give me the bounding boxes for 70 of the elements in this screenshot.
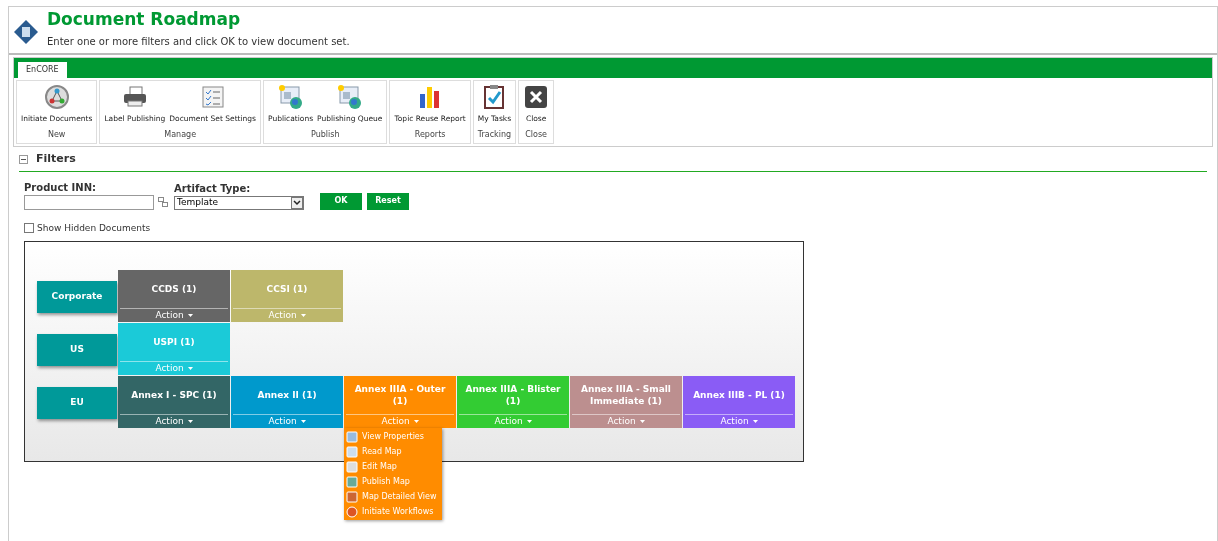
ribbon-group-label: Reports xyxy=(414,129,446,141)
region-label: EU xyxy=(37,386,117,419)
menu-item-icon xyxy=(346,445,358,458)
tile-title: Annex IIIA - Blister (1) xyxy=(464,383,562,408)
filter-button[interactable]: OK xyxy=(320,192,362,210)
caret-icon xyxy=(752,420,758,423)
tile-title: CCDS (1) xyxy=(150,283,198,296)
region-label: Corporate xyxy=(37,280,117,313)
field-label: Artifact Type: xyxy=(174,181,252,196)
menu-item[interactable]: Read Map xyxy=(344,444,442,459)
menu-item[interactable]: Publish Map xyxy=(344,474,442,489)
action-dropdown[interactable]: Action xyxy=(233,308,341,322)
action-dropdown[interactable]: Action xyxy=(120,308,228,322)
tile-title: Annex II (1) xyxy=(256,389,318,402)
checkbox[interactable] xyxy=(24,223,34,234)
checklist-icon xyxy=(199,84,226,110)
action-dropdown[interactable]: Action xyxy=(120,414,228,428)
caret-icon xyxy=(300,420,306,423)
tile-title: Annex IIIA - Small Immediate (1) xyxy=(580,383,672,408)
caret-icon xyxy=(187,420,193,423)
ribbon-group-label: Publish xyxy=(311,129,340,141)
caret-icon xyxy=(639,420,645,423)
tile-title: USPI (1) xyxy=(152,336,196,349)
caret-icon xyxy=(413,420,419,423)
collapse-toggle[interactable] xyxy=(19,154,28,164)
action-dropdown[interactable]: Action xyxy=(459,414,567,428)
menu-item[interactable]: Initiate Workflows xyxy=(344,504,442,519)
caret-icon xyxy=(187,314,193,317)
field-label: Product INN: xyxy=(24,180,98,195)
artifact-type-select[interactable]: Template xyxy=(174,195,304,210)
network-circle-icon xyxy=(43,84,70,110)
menu-item[interactable]: Edit Map xyxy=(344,459,442,474)
menu-item-icon xyxy=(346,490,358,503)
minus-icon xyxy=(21,156,26,162)
tile-title: CCSI (1) xyxy=(265,283,309,296)
caret-icon xyxy=(526,420,532,423)
page-title: Document Roadmap xyxy=(47,8,242,31)
action-dropdown[interactable]: Action xyxy=(120,361,228,375)
lookup-icon[interactable] xyxy=(158,196,168,207)
action-dropdown[interactable]: Action xyxy=(572,414,680,428)
ribbon-group-label: Tracking xyxy=(477,129,512,141)
document-globe-icon xyxy=(336,84,363,110)
ribbon-tab[interactable]: EnCORE xyxy=(18,62,67,78)
dropdown-caret-icon xyxy=(291,196,303,209)
section-title: Filters xyxy=(36,151,76,167)
caret-icon xyxy=(187,367,193,370)
action-dropdown[interactable]: Action xyxy=(685,414,793,428)
ribbon-group-label: Close xyxy=(525,129,547,141)
menu-item-icon xyxy=(346,430,358,443)
menu-item-icon xyxy=(346,460,358,473)
close-icon xyxy=(523,84,550,110)
checkbox-label: Show Hidden Documents xyxy=(37,221,151,235)
ribbon-group-label: Manage xyxy=(164,129,197,141)
page-subtitle: Enter one or more filters and click OK to view document set. xyxy=(47,35,350,49)
tile-title: Annex IIIB - PL (1) xyxy=(692,389,786,402)
tile-title: Annex IIIA - Outer (1) xyxy=(353,383,447,408)
filter-button[interactable]: Reset xyxy=(367,192,409,210)
menu-item[interactable]: Map Detailed View xyxy=(344,489,442,504)
product-inn-field[interactable] xyxy=(24,194,154,210)
menu-item-icon xyxy=(346,505,358,518)
ribbon-group-label: New xyxy=(47,129,66,141)
caret-icon xyxy=(300,314,306,317)
menu-item[interactable]: View Properties xyxy=(344,429,442,444)
document-diamond-icon xyxy=(13,19,39,45)
tile-title: Annex I - SPC (1) xyxy=(130,389,218,402)
printer-icon xyxy=(121,84,148,110)
action-dropdown[interactable]: Action xyxy=(233,414,341,428)
menu-item-icon xyxy=(346,475,358,488)
region-label: US xyxy=(37,333,117,366)
document-globe-icon xyxy=(277,84,304,110)
